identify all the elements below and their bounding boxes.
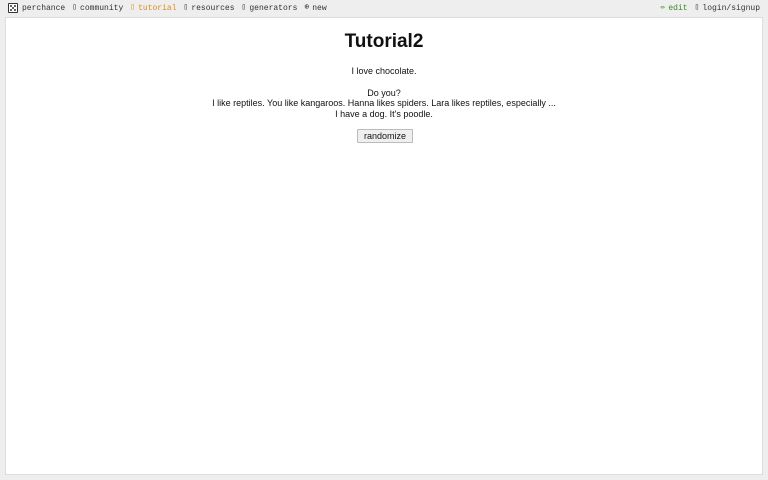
nav-tutorial-label: tutorial <box>138 3 177 13</box>
book-icon: ▯ <box>130 3 136 12</box>
nav-resources-label: resources <box>191 3 235 13</box>
nav-new-label: new <box>312 3 327 13</box>
randomize-button[interactable]: randomize <box>357 129 413 143</box>
nav-new[interactable]: ⊕ new <box>304 4 326 13</box>
dice-icon <box>8 3 18 13</box>
nav-right: ✏ edit ▯ login/signup <box>661 0 760 16</box>
nav-generators[interactable]: ▯ generators <box>242 4 298 13</box>
nav-tutorial[interactable]: ▯ tutorial <box>130 4 176 13</box>
top-nav-bar: perchance ▯ community ▯ tutorial ▯ resou… <box>0 0 768 16</box>
nav-edit-label: edit <box>668 3 688 13</box>
nav-edit[interactable]: ✏ edit <box>661 4 688 13</box>
output-line-2: Do you? <box>367 87 401 98</box>
nav-resources[interactable]: ▯ resources <box>184 4 235 13</box>
plus-circle-icon: ⊕ <box>304 3 310 12</box>
chat-icon: ▯ <box>72 3 78 12</box>
generator-output: I love chocolate. Do you? I like reptile… <box>6 66 762 119</box>
user-icon: ▯ <box>694 3 700 12</box>
generator-output-panel: Tutorial2 I love chocolate. Do you? I li… <box>5 17 763 475</box>
nav-perchance[interactable]: perchance <box>8 3 65 13</box>
output-line-1: I love chocolate. <box>351 66 417 76</box>
page-title: Tutorial2 <box>344 31 424 52</box>
output-line-4: I have a dog. It's poodle. <box>335 108 433 119</box>
nav-left: perchance ▯ community ▯ tutorial ▯ resou… <box>8 0 334 16</box>
output-line-3: I like reptiles. You like kangaroos. Han… <box>212 98 556 108</box>
nav-perchance-label: perchance <box>22 3 66 13</box>
folder-icon: ▯ <box>183 3 189 12</box>
output-line-gap <box>6 77 762 88</box>
gear-icon: ▯ <box>241 3 247 12</box>
nav-community[interactable]: ▯ community <box>72 4 123 13</box>
nav-login-signup[interactable]: ▯ login/signup <box>695 4 760 13</box>
nav-generators-label: generators <box>249 3 298 13</box>
nav-login-label: login/signup <box>702 3 760 13</box>
nav-community-label: community <box>80 3 124 13</box>
pencil-icon: ✏ <box>660 3 666 12</box>
